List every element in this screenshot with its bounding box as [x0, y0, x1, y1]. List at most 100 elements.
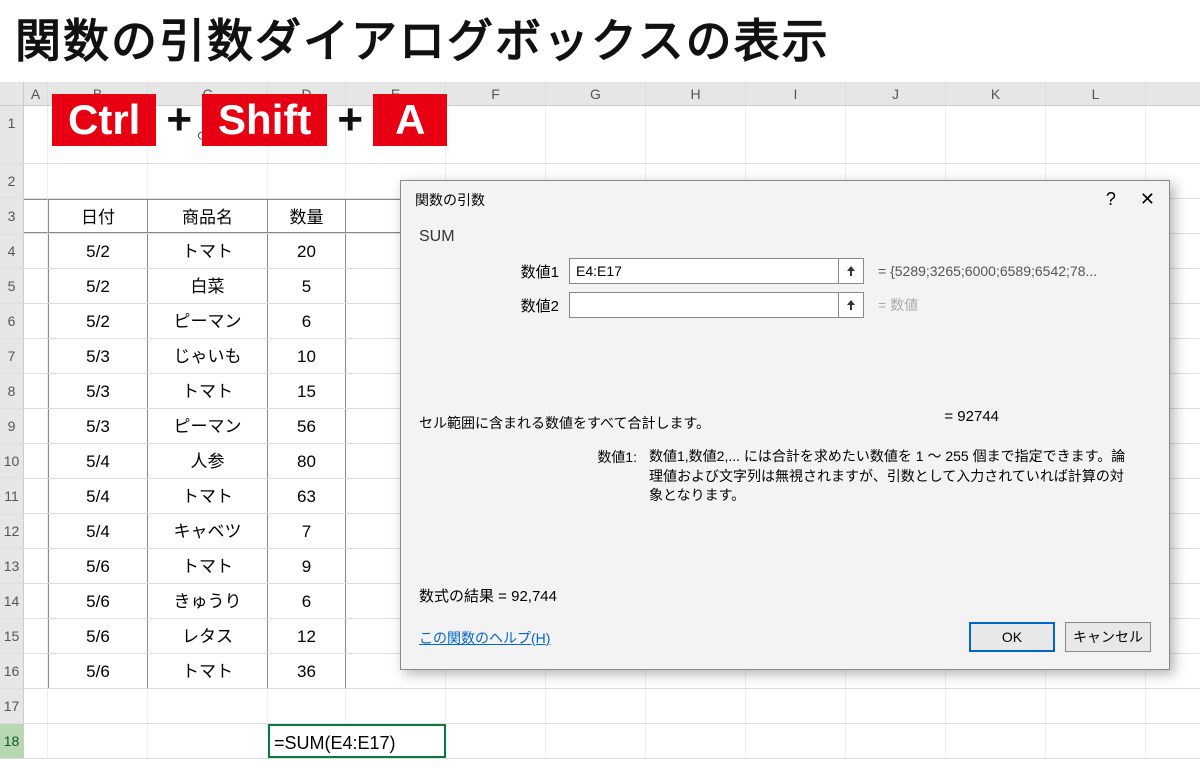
cell[interactable]: 7 — [268, 514, 346, 548]
col-header[interactable]: K — [946, 82, 1046, 105]
cell[interactable] — [24, 304, 48, 338]
row-header[interactable]: 8 — [0, 374, 24, 408]
cell[interactable]: 商品名 — [148, 199, 268, 233]
cell[interactable]: 白菜 — [148, 269, 268, 303]
row-header[interactable]: 10 — [0, 444, 24, 478]
cell[interactable] — [268, 164, 346, 198]
cell[interactable]: ピーマン — [148, 409, 268, 443]
cell[interactable]: レタス — [148, 619, 268, 653]
cell[interactable]: 6 — [268, 584, 346, 618]
cell[interactable]: 5/3 — [48, 374, 148, 408]
row-header[interactable]: 15 — [0, 619, 24, 653]
cell[interactable] — [24, 106, 48, 163]
row-header[interactable]: 2 — [0, 164, 24, 198]
cell[interactable] — [446, 689, 546, 723]
col-header[interactable]: L — [1046, 82, 1146, 105]
ok-button[interactable]: OK — [969, 622, 1055, 652]
cell[interactable] — [946, 724, 1046, 758]
cell[interactable] — [546, 106, 646, 163]
row-header[interactable]: 9 — [0, 409, 24, 443]
cell[interactable] — [148, 689, 268, 723]
cell[interactable]: きゅうり — [148, 584, 268, 618]
cell[interactable] — [48, 689, 148, 723]
row-header[interactable]: 4 — [0, 234, 24, 268]
cell[interactable]: 5/3 — [48, 339, 148, 373]
cell[interactable]: 6 — [268, 304, 346, 338]
cell[interactable] — [646, 689, 746, 723]
cell[interactable]: 数量 — [268, 199, 346, 233]
cell[interactable] — [846, 106, 946, 163]
cell[interactable] — [268, 689, 346, 723]
row-header[interactable]: 7 — [0, 339, 24, 373]
cell[interactable] — [24, 339, 48, 373]
cell[interactable] — [24, 654, 48, 688]
col-header[interactable]: H — [646, 82, 746, 105]
select-all-corner[interactable] — [0, 82, 24, 105]
cell[interactable] — [148, 724, 268, 758]
cell[interactable] — [24, 584, 48, 618]
cell[interactable]: 日付 — [48, 199, 148, 233]
range-select-button[interactable] — [838, 258, 864, 284]
cell[interactable] — [24, 549, 48, 583]
cell[interactable]: 80 — [268, 444, 346, 478]
cell[interactable] — [24, 479, 48, 513]
help-icon[interactable]: ? — [1106, 189, 1116, 210]
cell[interactable] — [24, 724, 48, 758]
cell[interactable] — [24, 234, 48, 268]
col-header[interactable]: F — [446, 82, 546, 105]
close-icon[interactable]: ✕ — [1140, 189, 1155, 210]
formula-input-cell[interactable]: =SUM(E4:E17) — [268, 724, 446, 758]
row-header[interactable]: 1 — [0, 106, 24, 163]
cell[interactable]: 36 — [268, 654, 346, 688]
cell[interactable]: じゃいも — [148, 339, 268, 373]
cell[interactable]: トマト — [148, 374, 268, 408]
cell[interactable]: 5/2 — [48, 304, 148, 338]
row-header[interactable]: 18 — [0, 724, 24, 758]
row-header[interactable]: 13 — [0, 549, 24, 583]
cell[interactable] — [24, 444, 48, 478]
cell[interactable] — [24, 619, 48, 653]
cell[interactable] — [846, 689, 946, 723]
cell[interactable]: 5/4 — [48, 514, 148, 548]
cell[interactable] — [148, 164, 268, 198]
cell[interactable] — [946, 689, 1046, 723]
cell[interactable] — [346, 689, 446, 723]
cell[interactable] — [1046, 724, 1146, 758]
row-header[interactable]: 11 — [0, 479, 24, 513]
cell[interactable]: 56 — [268, 409, 346, 443]
cell[interactable] — [946, 106, 1046, 163]
cell[interactable]: 10 — [268, 339, 346, 373]
col-header[interactable]: J — [846, 82, 946, 105]
cell[interactable] — [646, 106, 746, 163]
cell[interactable] — [48, 164, 148, 198]
cell[interactable]: キャベツ — [148, 514, 268, 548]
cell[interactable]: 9 — [268, 549, 346, 583]
cell[interactable]: トマト — [148, 549, 268, 583]
col-header[interactable]: A — [24, 82, 48, 105]
cell[interactable]: 5/6 — [48, 549, 148, 583]
cell[interactable]: 5/2 — [48, 269, 148, 303]
cell[interactable] — [746, 689, 846, 723]
cell[interactable] — [846, 724, 946, 758]
cell[interactable] — [24, 409, 48, 443]
cell[interactable]: 人参 — [148, 444, 268, 478]
row-header[interactable]: 3 — [0, 199, 24, 233]
cell[interactable] — [1046, 106, 1146, 163]
cell[interactable] — [446, 106, 546, 163]
cell[interactable] — [746, 106, 846, 163]
range-select-button[interactable] — [838, 292, 864, 318]
cell[interactable]: トマト — [148, 479, 268, 513]
cell[interactable]: 15 — [268, 374, 346, 408]
cell[interactable] — [746, 724, 846, 758]
col-header[interactable]: G — [546, 82, 646, 105]
cell[interactable]: 5/2 — [48, 234, 148, 268]
cell[interactable]: トマト — [148, 654, 268, 688]
cell[interactable] — [24, 689, 48, 723]
cell[interactable]: 5/4 — [48, 479, 148, 513]
cell[interactable]: 63 — [268, 479, 346, 513]
cell[interactable]: 5/3 — [48, 409, 148, 443]
cell[interactable] — [24, 199, 48, 233]
cell[interactable] — [546, 724, 646, 758]
arg1-input[interactable] — [569, 258, 839, 284]
cell[interactable] — [48, 724, 148, 758]
